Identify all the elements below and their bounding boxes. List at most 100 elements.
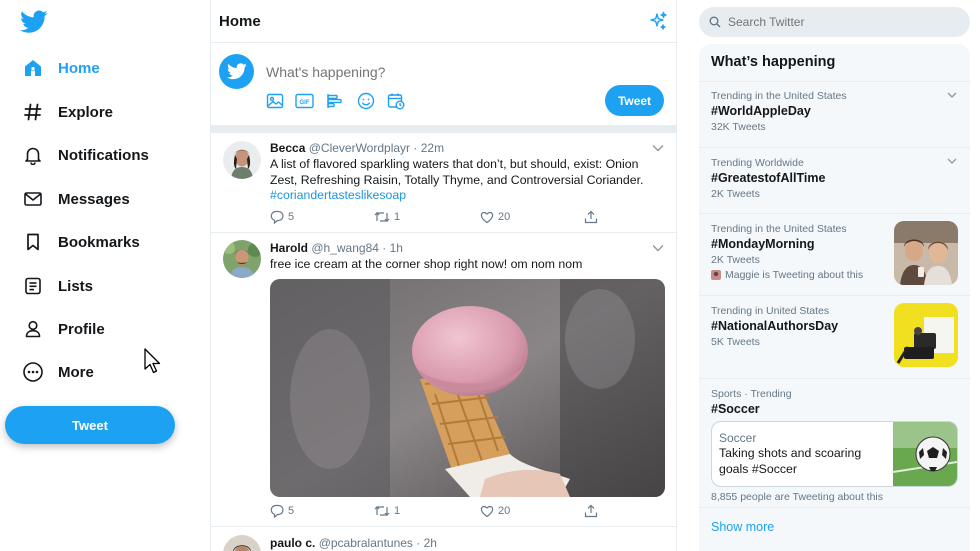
tweet-author-name[interactable]: Becca bbox=[270, 141, 305, 155]
share-icon bbox=[584, 210, 598, 224]
trend-item[interactable]: Trending in the United States #MondayMor… bbox=[699, 213, 970, 295]
trend-context: Trending Worldwide bbox=[711, 157, 804, 169]
right-sidebar: What’s happening Trending in the United … bbox=[677, 0, 980, 551]
tweet-timestamp[interactable]: · 2h bbox=[416, 536, 437, 550]
like-count: 20 bbox=[498, 505, 511, 517]
trend-hashtag: #Soccer bbox=[711, 402, 760, 416]
tweet-author-name[interactable]: Harold bbox=[270, 241, 308, 255]
trend-news-card[interactable]: Soccer Taking shots and scoaring goals #… bbox=[711, 421, 958, 487]
more-circle-icon bbox=[20, 359, 46, 385]
nav-notifications[interactable]: Notifications bbox=[20, 140, 149, 170]
bookmark-icon bbox=[20, 229, 46, 255]
chevron-down-icon[interactable] bbox=[652, 244, 664, 252]
tweet-button[interactable]: Tweet bbox=[5, 406, 175, 444]
twitter-bird-icon bbox=[226, 63, 247, 80]
reply-button[interactable]: 5 bbox=[270, 504, 294, 518]
tweet-card[interactable]: Becca @CleverWordplayr · 22m A list of f… bbox=[211, 133, 676, 233]
trend-item[interactable]: Trending Worldwide #GreatestofAllTime 2K… bbox=[699, 147, 970, 213]
reply-count: 5 bbox=[288, 505, 295, 517]
composer-tweet-button[interactable]: Tweet bbox=[605, 85, 664, 116]
retweet-button[interactable]: 1 bbox=[374, 210, 400, 224]
nav-bookmarks[interactable]: Bookmarks bbox=[20, 227, 140, 257]
trend-item[interactable]: Trending in the United States #WorldAppl… bbox=[699, 81, 970, 147]
timeline-header: Home bbox=[211, 0, 676, 43]
nav-explore[interactable]: Explore bbox=[20, 97, 113, 127]
reply-icon bbox=[270, 210, 284, 224]
tweet-body: A list of flavored sparkling waters that… bbox=[270, 157, 644, 187]
tweet-card[interactable]: paulo c. @pcabralantunes · 2h bbox=[211, 527, 676, 551]
search-bar[interactable] bbox=[699, 7, 970, 37]
left-sidebar: Home Explore Notifications Messages Book… bbox=[0, 0, 210, 551]
reply-icon bbox=[270, 504, 284, 518]
tweet-header: paulo c. @pcabralantunes · 2h bbox=[270, 536, 437, 550]
trend-count: 8,855 people are Tweeting about this bbox=[711, 491, 884, 503]
retweet-icon bbox=[374, 212, 390, 222]
trend-context: Trending in the United States bbox=[711, 223, 847, 235]
composer-divider bbox=[211, 125, 676, 133]
card-thumbnail-soccer-ball-photo bbox=[893, 422, 957, 486]
trend-thumbnail-people-photo[interactable] bbox=[894, 221, 958, 285]
share-button[interactable] bbox=[584, 210, 598, 224]
nav-messages-label: Messages bbox=[58, 190, 130, 208]
trend-hashtag: #WorldAppleDay bbox=[711, 104, 811, 118]
chevron-down-icon[interactable] bbox=[947, 92, 957, 99]
retweet-count: 1 bbox=[394, 505, 401, 517]
tweet-author-handle[interactable]: @h_wang84 bbox=[311, 241, 379, 255]
tweet-header: Harold @h_wang84 · 1h bbox=[270, 241, 403, 255]
tweet-timestamp[interactable]: · 22m bbox=[413, 141, 444, 155]
image-icon[interactable] bbox=[266, 92, 284, 110]
tweet-text: A list of flavored sparkling waters that… bbox=[270, 157, 665, 204]
trends-title: What’s happening bbox=[711, 54, 836, 70]
trend-social-context: Maggie is Tweeting about this bbox=[711, 269, 863, 281]
poll-icon[interactable] bbox=[326, 92, 344, 110]
show-more-link[interactable]: Show more bbox=[711, 520, 774, 534]
nav-home[interactable]: Home bbox=[20, 53, 100, 83]
sparkle-icon[interactable] bbox=[648, 11, 668, 31]
list-icon bbox=[20, 273, 46, 299]
user-avatar[interactable] bbox=[223, 535, 261, 551]
like-count: 20 bbox=[498, 211, 511, 223]
twitter-logo-icon[interactable] bbox=[20, 10, 48, 34]
tweet-card[interactable]: Harold @h_wang84 · 1h free ice cream at … bbox=[211, 233, 676, 527]
tweet-author-handle[interactable]: @pcabralantunes bbox=[319, 536, 413, 550]
trend-context: Trending in the United States bbox=[711, 90, 847, 102]
tweet-timestamp[interactable]: · 1h bbox=[382, 241, 403, 255]
gif-icon[interactable]: GIF bbox=[295, 92, 314, 110]
compose-input[interactable] bbox=[266, 64, 566, 80]
tweet-media-ice-cream-photo[interactable] bbox=[270, 279, 665, 497]
nav-notifications-label: Notifications bbox=[58, 146, 149, 164]
nav-lists-label: Lists bbox=[58, 277, 94, 295]
nav-lists[interactable]: Lists bbox=[20, 271, 93, 301]
trend-context: Sports · Trending bbox=[711, 388, 792, 400]
reply-count: 5 bbox=[288, 211, 295, 223]
schedule-icon[interactable] bbox=[387, 92, 405, 110]
like-button[interactable]: 20 bbox=[480, 504, 510, 518]
tweet-author-name[interactable]: paulo c. bbox=[270, 536, 315, 550]
reply-button[interactable]: 5 bbox=[270, 210, 294, 224]
nav-profile[interactable]: Profile bbox=[20, 314, 105, 344]
chevron-down-icon[interactable] bbox=[652, 144, 664, 152]
share-button[interactable] bbox=[584, 504, 598, 518]
like-button[interactable]: 20 bbox=[480, 210, 510, 224]
trend-item[interactable]: Trending in United States #NationalAutho… bbox=[699, 295, 970, 378]
tweet-header: Becca @CleverWordplayr · 22m bbox=[270, 141, 444, 155]
chevron-down-icon[interactable] bbox=[947, 158, 957, 165]
hashtag-icon bbox=[20, 99, 46, 125]
tweet-body: free ice cream at the corner shop right … bbox=[270, 257, 583, 271]
search-input[interactable] bbox=[728, 15, 948, 29]
trend-count: 5K Tweets bbox=[711, 336, 760, 348]
nav-messages[interactable]: Messages bbox=[20, 184, 130, 214]
composer-avatar bbox=[219, 54, 254, 89]
timeline-column: Home GIF Tweet Becca @CleverWordplayr · … bbox=[210, 0, 677, 551]
user-avatar[interactable] bbox=[223, 141, 261, 179]
retweet-button[interactable]: 1 bbox=[374, 504, 400, 518]
trend-hashtag: #GreatestofAllTime bbox=[711, 171, 826, 185]
tweet-author-handle[interactable]: @CleverWordplayr bbox=[309, 141, 410, 155]
envelope-icon bbox=[20, 186, 46, 212]
emoji-icon[interactable] bbox=[357, 92, 375, 110]
nav-profile-label: Profile bbox=[58, 320, 105, 338]
user-avatar[interactable] bbox=[223, 240, 261, 278]
tweet-hashtag[interactable]: #coriandertasteslikesoap bbox=[270, 188, 406, 202]
trend-thumbnail-typewriter-photo[interactable] bbox=[894, 303, 958, 367]
nav-more[interactable]: More bbox=[20, 357, 94, 387]
